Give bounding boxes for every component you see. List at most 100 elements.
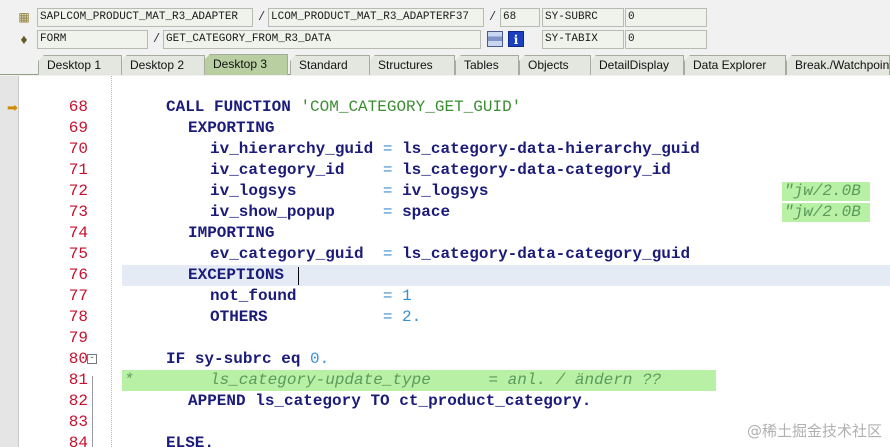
sysfield-name-field[interactable]: SY-SUBRC — [542, 8, 624, 27]
parameter-value: 2. — [402, 308, 422, 326]
line-number: 68 — [68, 98, 88, 116]
parameter-name: iv_hierarchy_guid — [210, 140, 374, 158]
text-cursor — [298, 267, 299, 285]
line-number: 69 — [68, 119, 88, 137]
sysfield-value-field[interactable]: 0 — [625, 30, 707, 49]
code-line[interactable]: IMPORTING — [188, 223, 274, 244]
operator: = — [382, 245, 393, 263]
comment-text: ls_category-update_type = anl. / ändern … — [210, 371, 662, 389]
operator: = — [382, 308, 393, 326]
operator: = — [382, 182, 393, 200]
keyword: ELSE. — [166, 434, 215, 447]
tab-desktop-2[interactable]: Desktop 2 — [121, 55, 205, 75]
info-icon[interactable]: i — [508, 31, 524, 47]
variable: sy-subrc — [194, 350, 272, 368]
line-number: 81 — [68, 371, 88, 389]
parameter-name: iv_logsys — [210, 182, 297, 200]
keyword: CALL FUNCTION — [166, 98, 291, 116]
parameter-name: iv_show_popup — [210, 203, 335, 221]
code-line[interactable]: iv_logsys = iv_logsys — [210, 181, 488, 202]
desktop-tab-bar: Desktop 1 Desktop 2 Desktop 3 Standard S… — [0, 53, 890, 75]
line-number: 84 — [68, 434, 88, 447]
line-number: 72 — [68, 182, 88, 200]
code-line[interactable]: ev_category_guid = ls_category-data-cate… — [210, 244, 690, 265]
program-icon: ▦ — [18, 10, 30, 24]
code-line[interactable]: ELSE. — [166, 433, 214, 447]
line-number: 80 — [68, 350, 88, 368]
code-line[interactable]: not_found = 1 — [210, 286, 412, 307]
code-line[interactable]: iv_show_popup = space — [210, 202, 450, 223]
literal: 0. — [310, 350, 330, 368]
code-line[interactable]: iv_category_id = ls_category-data-catego… — [210, 160, 671, 181]
parameter-value: ls_category-data-category_guid — [402, 245, 691, 263]
keyword: eq — [281, 350, 301, 368]
sysfield-name-field[interactable]: SY-TABIX — [542, 30, 624, 49]
keyword: TO — [370, 392, 390, 410]
tab-standard[interactable]: Standard — [290, 55, 370, 75]
program-field[interactable]: SAPLCOM_PRODUCT_MAT_R3_ADAPTER — [37, 8, 253, 27]
code-line[interactable]: CALL FUNCTION 'COM_CATEGORY_GET_GUID' — [166, 97, 521, 118]
separator: / — [489, 10, 497, 24]
operator: = — [382, 203, 393, 221]
tab-breakpoints-watchpoints[interactable]: Break./Watchpoints — [786, 55, 890, 75]
editor-gutter[interactable] — [0, 76, 18, 447]
line-number: 78 — [68, 308, 88, 326]
collapse-block-icon[interactable]: - — [87, 354, 97, 364]
event-type-field[interactable]: FORM — [37, 30, 148, 49]
operator: = — [382, 140, 393, 158]
tab-structures[interactable]: Structures — [369, 55, 455, 75]
parameter-value: ls_category-data-category_id — [402, 161, 671, 179]
current-statement-arrow-icon: ➡ — [7, 100, 18, 115]
line-number: 83 — [68, 413, 88, 431]
operator: = — [382, 161, 393, 179]
line-number: 77 — [68, 287, 88, 305]
code-line[interactable]: APPEND ls_category TO ct_product_categor… — [188, 391, 591, 412]
sysfield-value-field[interactable]: 0 — [625, 8, 707, 27]
comment-marker: * — [124, 371, 134, 389]
keyword: EXCEPTIONS — [188, 266, 285, 284]
tab-desktop-3[interactable]: Desktop 3 — [204, 54, 288, 75]
tab-data-explorer[interactable]: Data Explorer — [684, 55, 786, 75]
parameter-name: iv_category_id — [210, 161, 345, 179]
parameter-value: space — [402, 203, 451, 221]
line-number: 71 — [68, 161, 88, 179]
code-line[interactable]: iv_hierarchy_guid = ls_category-data-hie… — [210, 139, 700, 160]
line-number: 73 — [68, 203, 88, 221]
inline-comment: "jw/2.0B — [784, 203, 861, 221]
code-line[interactable]: IF sy-subrc eq 0. — [166, 349, 329, 370]
variable: ls_category — [255, 392, 361, 410]
parameter-name: ev_category_guid — [210, 245, 364, 263]
parameter-value: ls_category-data-hierarchy_guid — [402, 140, 700, 158]
tab-tables[interactable]: Tables — [455, 55, 519, 75]
line-number: 74 — [68, 224, 88, 242]
parameter-name: OTHERS — [210, 308, 268, 326]
header-row-program: ▦ SAPLCOM_PRODUCT_MAT_R3_ADAPTER / LCOM_… — [0, 8, 890, 28]
include-field[interactable]: LCOM_PRODUCT_MAT_R3_ADAPTERF37 — [268, 8, 484, 27]
separator: / — [153, 32, 161, 46]
line-number: 70 — [68, 140, 88, 158]
line-number: 82 — [68, 392, 88, 410]
keyword: IMPORTING — [188, 224, 275, 242]
event-icon: ♦ — [20, 31, 28, 47]
variable: ct_product_category. — [399, 392, 592, 410]
event-name-field[interactable]: GET_CATEGORY_FROM_R3_DATA — [163, 30, 481, 49]
tab-objects[interactable]: Objects — [519, 55, 591, 75]
line-number-field[interactable]: 68 — [500, 8, 540, 27]
fold-guide — [92, 376, 93, 447]
code-line[interactable]: EXCEPTIONS — [188, 265, 284, 286]
parameter-value: 1 — [402, 287, 412, 305]
keyword: IF — [166, 350, 186, 368]
tab-detail-display[interactable]: DetailDisplay — [590, 55, 684, 75]
tab-desktop-1[interactable]: Desktop 1 — [38, 55, 122, 75]
line-number: 76 — [68, 266, 88, 284]
keyword: APPEND — [188, 392, 246, 410]
code-line[interactable]: EXPORTING — [188, 118, 274, 139]
separator: / — [258, 10, 266, 24]
code-line[interactable]: OTHERS = 2. — [210, 307, 421, 328]
string-literal: 'COM_CATEGORY_GET_GUID' — [300, 98, 522, 116]
parameter-value: iv_logsys — [402, 182, 489, 200]
indent-guide — [111, 76, 112, 447]
header-row-event: ♦ FORM / GET_CATEGORY_FROM_R3_DATA i SY-… — [0, 30, 890, 50]
structure-display-icon[interactable] — [487, 31, 503, 47]
line-number: 79 — [68, 329, 88, 347]
